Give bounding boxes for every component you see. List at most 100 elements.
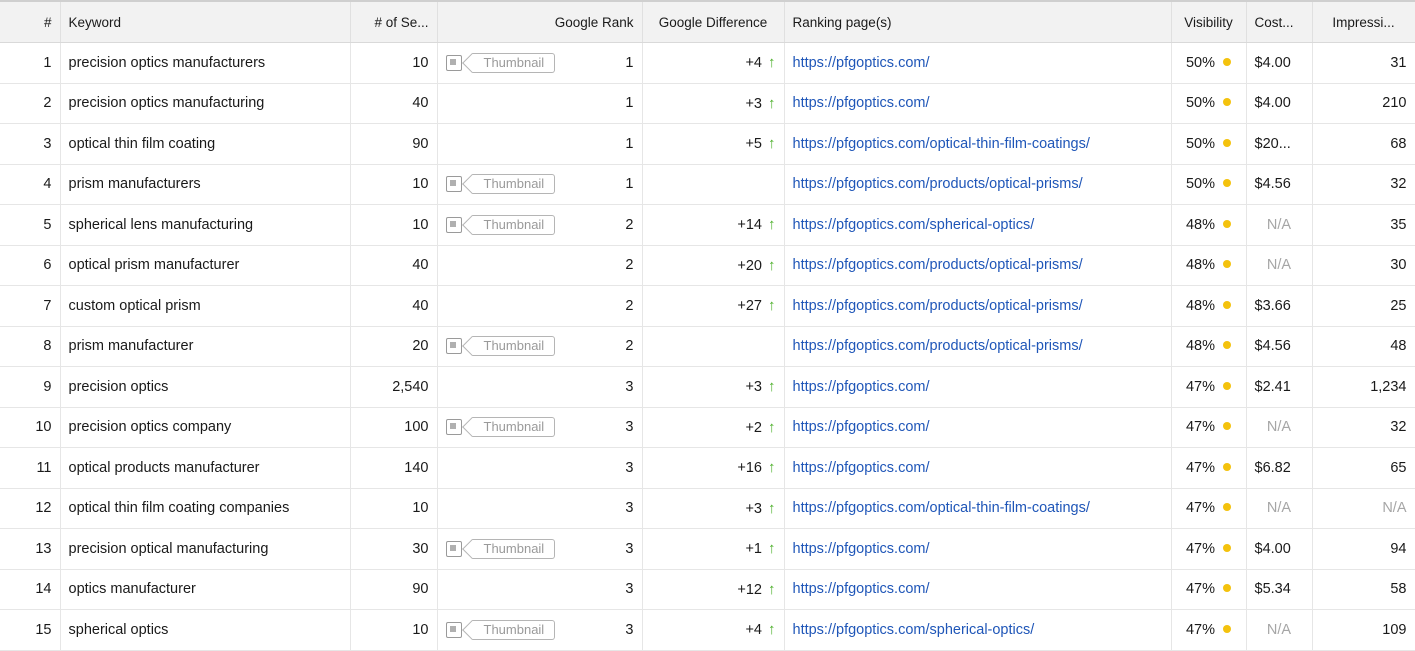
visibility-value: 50% [1185, 176, 1216, 193]
keyword-cell: precision optics manufacturing [60, 83, 351, 124]
thumbnail-preview[interactable]: Thumbnail [445, 52, 556, 73]
thumbnail-preview[interactable]: Thumbnail [445, 174, 556, 195]
searches-cell: 40 [350, 285, 438, 327]
table-row[interactable]: 11 optical products manufacturer 140 3 +16 ↑ h… [0, 447, 1415, 489]
image-icon [445, 621, 462, 638]
google-difference-cell: +14 ↑ [642, 204, 785, 246]
ranking-page-link[interactable]: https://pfgoptics.com/optical-thin-film-… [784, 488, 1172, 529]
ranking-page-link[interactable]: https://pfgoptics.com/spherical-optics/ [784, 609, 1172, 651]
arrow-up-icon: ↑ [768, 135, 776, 153]
thumbnail-label: Thumbnail [471, 619, 556, 640]
google-difference-cell: +2 ↑ [642, 407, 785, 448]
thumbnail-label: Thumbnail [471, 214, 556, 235]
google-rank-cell: Thumbnail 1 [437, 42, 643, 84]
ranking-page-link[interactable]: https://pfgoptics.com/ [784, 366, 1172, 408]
column-header-cost[interactable]: Cost... [1246, 0, 1313, 43]
column-header-number[interactable]: # [0, 0, 61, 43]
table-row[interactable]: 5 spherical lens manufacturing 10 Thumbnail… [0, 204, 1415, 246]
impressions-cell: 32 [1312, 164, 1415, 205]
table-row[interactable]: 9 precision optics 2,540 3 +3 ↑ https://pfgopt… [0, 366, 1415, 408]
thumbnail-label: Thumbnail [471, 538, 556, 559]
thumbnail-preview[interactable]: Thumbnail [445, 619, 556, 640]
thumbnail-preview[interactable]: Thumbnail [445, 214, 556, 235]
column-header-visibility[interactable]: Visibility [1171, 0, 1247, 43]
column-header-google-difference[interactable]: Google Difference [642, 0, 785, 43]
ranking-page-link[interactable]: https://pfgoptics.com/ [784, 447, 1172, 489]
google-rank-cell: 2 [437, 285, 643, 327]
impressions-cell: 31 [1312, 42, 1415, 84]
visibility-value: 47% [1185, 500, 1216, 517]
ranking-page-link[interactable]: https://pfgoptics.com/ [784, 528, 1172, 570]
impressions-cell: 25 [1312, 285, 1415, 327]
ranking-page-link[interactable]: https://pfgoptics.com/products/optical-p… [784, 164, 1172, 205]
keyword-cell: precision optics manufacturers [60, 42, 351, 84]
ranking-page-link[interactable]: https://pfgoptics.com/optical-thin-film-… [784, 123, 1172, 165]
searches-cell: 40 [350, 83, 438, 124]
table-row[interactable]: 13 precision optical manufacturing 30 Thumb… [0, 528, 1415, 570]
column-header-searches[interactable]: # of Se... [350, 0, 438, 43]
cost-cell: N/A [1246, 245, 1313, 286]
thumbnail-label: Thumbnail [471, 336, 556, 357]
row-number: 2 [0, 83, 61, 124]
column-header-ranking-pages[interactable]: Ranking page(s) [784, 0, 1172, 43]
keyword-cell: optical prism manufacturer [60, 245, 351, 286]
ranking-page-link[interactable]: https://pfgoptics.com/ [784, 83, 1172, 124]
arrow-up-icon: ↑ [768, 297, 776, 315]
google-difference-cell: +20 ↑ [642, 245, 785, 286]
table-row[interactable]: 10 precision optics company 100 Thumbnail 3 +… [0, 407, 1415, 448]
visibility-cell: 47% [1171, 447, 1247, 489]
column-header-google-rank[interactable]: Google Rank [437, 0, 643, 43]
row-number: 1 [0, 42, 61, 84]
rank-difference-value: +2 [745, 419, 762, 436]
table-row[interactable]: 6 optical prism manufacturer 40 2 +20 ↑ https:… [0, 245, 1415, 286]
image-icon [445, 419, 462, 436]
rank-difference-value: +4 [745, 622, 762, 639]
table-row[interactable]: 15 spherical optics 10 Thumbnail 3 +4 ↑ https:/… [0, 609, 1415, 651]
thumbnail-label: Thumbnail [471, 52, 556, 73]
table-row[interactable]: 12 optical thin film coating companies 10 3… [0, 488, 1415, 529]
ranking-page-link[interactable]: https://pfgoptics.com/products/optical-p… [784, 285, 1172, 327]
column-header-keyword[interactable]: Keyword [60, 0, 351, 43]
keyword-cell: precision optical manufacturing [60, 528, 351, 570]
impressions-cell: 35 [1312, 204, 1415, 246]
thumbnail-preview[interactable]: Thumbnail [445, 538, 556, 559]
ranking-page-link[interactable]: https://pfgoptics.com/products/optical-p… [784, 245, 1172, 286]
ranking-page-link[interactable]: https://pfgoptics.com/ [784, 42, 1172, 84]
table-row[interactable]: 8 prism manufacturer 20 Thumbnail 2 https://p… [0, 326, 1415, 367]
cost-cell: N/A [1246, 407, 1313, 448]
google-rank-value: 1 [625, 54, 634, 71]
rank-difference-value: +20 [737, 257, 762, 274]
rank-difference-value: +3 [745, 500, 762, 517]
thumbnail-preview[interactable]: Thumbnail [445, 417, 556, 438]
table-row[interactable]: 7 custom optical prism 40 2 +27 ↑ https://pfgo… [0, 285, 1415, 327]
google-rank-value: 1 [625, 176, 634, 193]
cost-cell: $3.66 [1246, 285, 1313, 327]
status-dot-icon [1223, 381, 1232, 390]
cost-cell: $4.00 [1246, 42, 1313, 84]
visibility-cell: 50% [1171, 83, 1247, 124]
table-row[interactable]: 2 precision optics manufacturing 40 1 +3 ↑ htt… [0, 83, 1415, 124]
row-number: 13 [0, 528, 61, 570]
arrow-up-icon: ↑ [768, 256, 776, 274]
google-rank-value: 2 [625, 216, 634, 233]
table-row[interactable]: 4 prism manufacturers 10 Thumbnail 1 https://… [0, 164, 1415, 205]
visibility-cell: 50% [1171, 164, 1247, 205]
table-row[interactable]: 1 precision optics manufacturers 10 Thumbna… [0, 42, 1415, 84]
searches-cell: 10 [350, 42, 438, 84]
google-rank-value: 2 [625, 297, 634, 314]
ranking-page-link[interactable]: https://pfgoptics.com/products/optical-p… [784, 326, 1172, 367]
table-row[interactable]: 14 optics manufacturer 90 3 +12 ↑ https://pfgo… [0, 569, 1415, 610]
thumbnail-preview[interactable]: Thumbnail [445, 336, 556, 357]
google-rank-cell: Thumbnail 2 [437, 204, 643, 246]
status-dot-icon [1223, 503, 1232, 512]
google-difference-cell: +16 ↑ [642, 447, 785, 489]
searches-cell: 90 [350, 123, 438, 165]
table-row[interactable]: 3 optical thin film coating 90 1 +5 ↑ https://… [0, 123, 1415, 165]
ranking-page-link[interactable]: https://pfgoptics.com/spherical-optics/ [784, 204, 1172, 246]
ranking-page-link[interactable]: https://pfgoptics.com/ [784, 407, 1172, 448]
google-difference-cell: +1 ↑ [642, 528, 785, 570]
visibility-cell: 50% [1171, 123, 1247, 165]
ranking-page-link[interactable]: https://pfgoptics.com/ [784, 569, 1172, 610]
google-difference-cell: +5 ↑ [642, 123, 785, 165]
column-header-impressions[interactable]: Impressi... [1312, 0, 1415, 43]
